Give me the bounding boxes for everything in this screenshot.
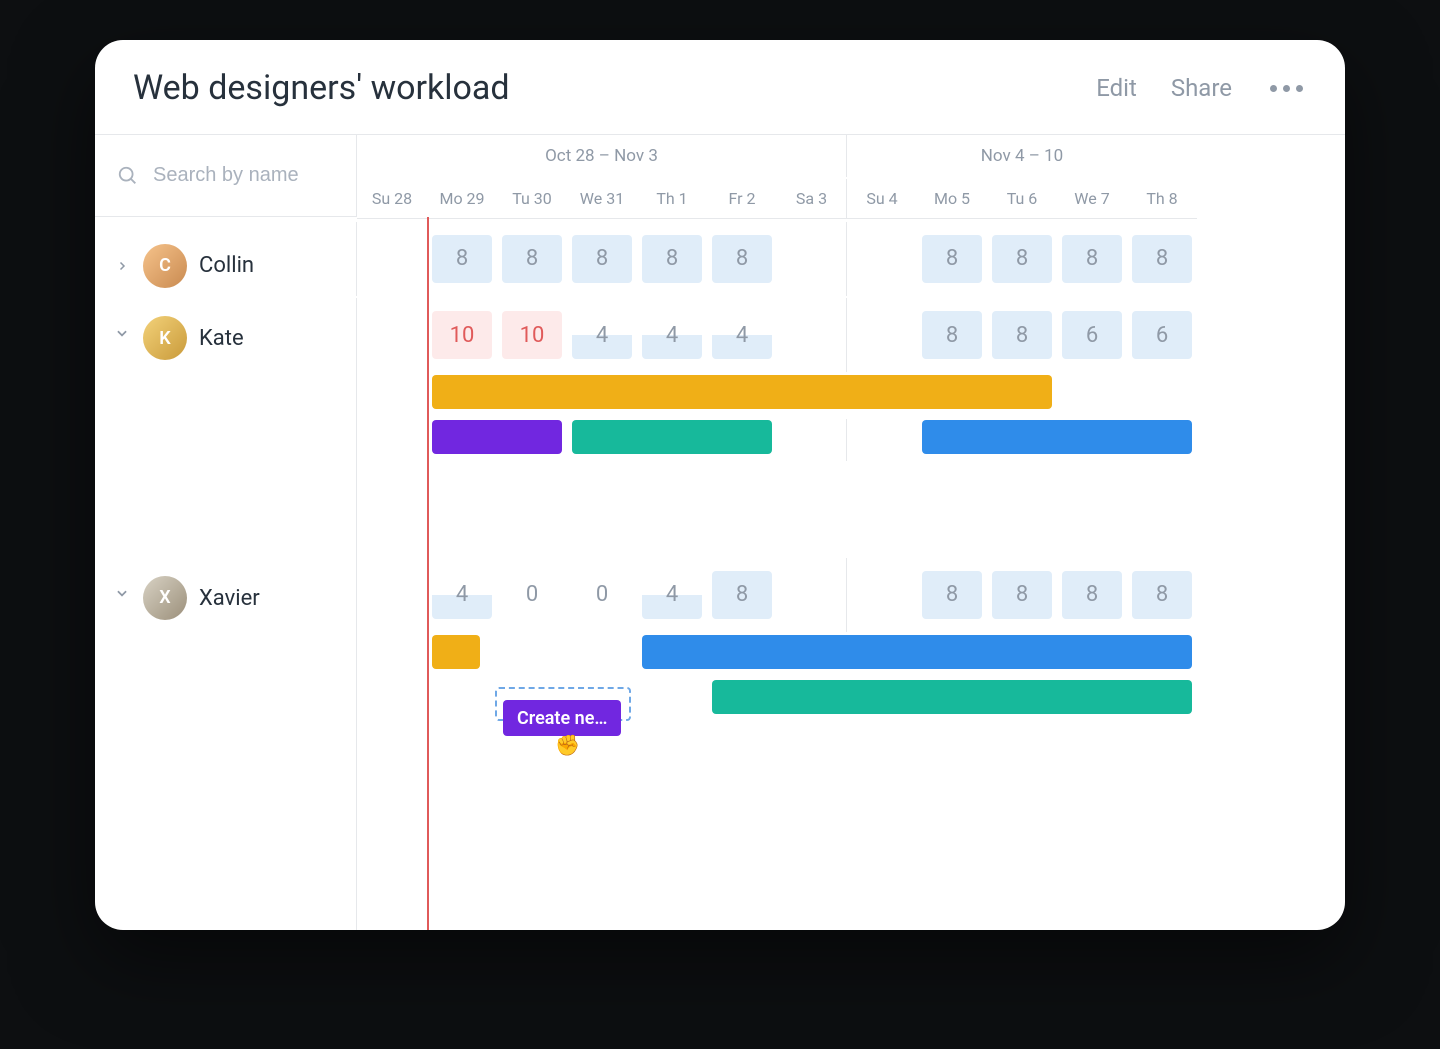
hours-cell[interactable]	[357, 222, 427, 296]
hours-cell[interactable]: 8	[1057, 558, 1127, 632]
day-header: Su 4	[847, 179, 917, 219]
hours-cell[interactable]	[777, 298, 847, 372]
hours-cell[interactable]	[357, 558, 427, 632]
hours-cell[interactable]: 8	[1127, 558, 1197, 632]
hours-cell[interactable]: 8	[497, 222, 567, 296]
hours-cell[interactable]	[847, 298, 917, 372]
chevron-down-icon[interactable]	[113, 326, 131, 340]
day-header: Tu 30	[497, 179, 567, 219]
day-header: Th 8	[1127, 179, 1197, 219]
share-button[interactable]: Share	[1171, 74, 1232, 102]
task-bar[interactable]	[427, 419, 567, 461]
person-name: Xavier	[199, 586, 260, 611]
chevron-down-icon[interactable]	[113, 586, 131, 600]
person-row-kate[interactable]: K Kate	[95, 298, 357, 558]
day-header: Su 28	[357, 179, 427, 219]
hours-cell[interactable]: 10	[497, 298, 567, 372]
hours-cell[interactable]: 8	[987, 558, 1057, 632]
hours-cell[interactable]	[777, 222, 847, 296]
topbar: Web designers' workload Edit Share	[95, 40, 1345, 134]
hours-cell[interactable]: 4	[637, 298, 707, 372]
hours-cell[interactable]: 0	[567, 558, 637, 632]
hours-cell[interactable]	[847, 222, 917, 296]
hours-cell[interactable]: 8	[567, 222, 637, 296]
hours-cell[interactable]: 4	[567, 298, 637, 372]
day-header: We 7	[1057, 179, 1127, 219]
hours-cell[interactable]: 8	[637, 222, 707, 296]
week-header-1: Oct 28 – Nov 3	[357, 135, 847, 177]
task-bar[interactable]	[567, 419, 777, 461]
person-row-xavier[interactable]: X Xavier	[95, 558, 357, 930]
day-header: Sa 3	[777, 179, 847, 219]
task-bar[interactable]	[917, 419, 1197, 461]
task-bar[interactable]	[707, 679, 1197, 721]
search-input[interactable]	[153, 164, 356, 187]
hours-cell[interactable]: 6	[1127, 298, 1197, 372]
chevron-right-icon[interactable]	[113, 260, 131, 272]
hours-cell[interactable]: 8	[1057, 222, 1127, 296]
hours-cell[interactable]: 4	[427, 558, 497, 632]
search-cell	[95, 135, 357, 217]
hours-cell[interactable]: 4	[707, 298, 777, 372]
hours-cell[interactable]: 8	[427, 222, 497, 296]
hours-cell[interactable]	[777, 558, 847, 632]
hours-cell[interactable]	[357, 298, 427, 372]
top-actions: Edit Share	[1096, 74, 1307, 102]
more-menu-icon[interactable]	[1266, 81, 1307, 96]
avatar: C	[143, 244, 187, 288]
task-bar[interactable]	[427, 374, 1057, 416]
person-name: Collin	[199, 253, 254, 278]
week-header-2: Nov 4 – 10	[847, 135, 1197, 177]
day-header: Tu 6	[987, 179, 1057, 219]
workload-grid: Oct 28 – Nov 3 Nov 4 – 10 Su 28 Mo 29 Tu…	[95, 134, 1345, 930]
hours-cell[interactable]: 8	[917, 558, 987, 632]
page-title: Web designers' workload	[133, 68, 1096, 108]
hours-cell[interactable]: 8	[987, 298, 1057, 372]
hours-cell[interactable]: 8	[707, 222, 777, 296]
hours-cell[interactable]: 4	[637, 558, 707, 632]
hours-cell[interactable]: 8	[917, 298, 987, 372]
day-header: We 31	[567, 179, 637, 219]
workload-card: Web designers' workload Edit Share Oct 2…	[95, 40, 1345, 930]
person-name: Kate	[199, 326, 244, 351]
task-bar[interactable]	[637, 634, 1197, 676]
create-task-tag[interactable]: Create ne…	[503, 700, 621, 736]
day-header: Th 1	[637, 179, 707, 219]
avatar: K	[143, 316, 187, 360]
search-icon	[117, 165, 139, 187]
hours-cell[interactable]: 8	[987, 222, 1057, 296]
day-header: Mo 29	[427, 179, 497, 219]
grab-cursor-icon: ✊	[555, 733, 580, 757]
hours-cell[interactable]: 10	[427, 298, 497, 372]
avatar: X	[143, 576, 187, 620]
today-line	[427, 217, 429, 930]
day-header: Fr 2	[707, 179, 777, 219]
hours-cell[interactable]	[847, 558, 917, 632]
edit-button[interactable]: Edit	[1096, 74, 1137, 102]
hours-cell[interactable]: 8	[707, 558, 777, 632]
task-bar[interactable]	[427, 634, 497, 676]
person-row-collin[interactable]: C Collin	[95, 222, 357, 296]
hours-cell[interactable]: 6	[1057, 298, 1127, 372]
hours-cell[interactable]: 8	[917, 222, 987, 296]
day-header: Mo 5	[917, 179, 987, 219]
hours-cell[interactable]: 0	[497, 558, 567, 632]
hours-cell[interactable]: 8	[1127, 222, 1197, 296]
